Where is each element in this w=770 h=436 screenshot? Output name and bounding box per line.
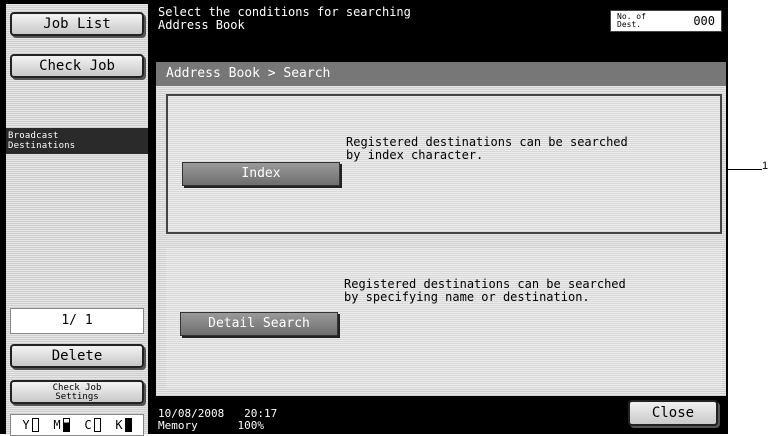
destination-count: No. of Dest. 000	[610, 10, 722, 32]
callout-line	[728, 169, 762, 170]
toner-k: K	[115, 418, 132, 432]
toner-m-level	[62, 418, 70, 432]
toner-m: M	[53, 418, 70, 432]
check-job-button[interactable]: Check Job	[10, 54, 144, 78]
instruction-text: Select the conditions for searching Addr…	[158, 5, 411, 32]
status-memory-value: 100%	[237, 419, 265, 432]
destination-count-value: 000	[693, 14, 715, 28]
search-panel: Address Book > Search Index Registered d…	[156, 62, 726, 396]
toner-m-label: M	[53, 418, 61, 432]
index-button[interactable]: Index	[182, 162, 340, 186]
job-list-button[interactable]: Job List	[10, 12, 144, 36]
detail-search-description: Registered destinations can be searched …	[344, 277, 626, 304]
status-bar: 10/08/2008 20:17 Memory 100%	[158, 408, 277, 432]
page-indicator: 1/ 1	[10, 308, 144, 334]
broadcast-destinations-label: Broadcast Destinations	[6, 128, 148, 154]
destination-count-label: No. of Dest.	[617, 12, 646, 29]
toner-c-level	[93, 418, 101, 432]
toner-k-level	[124, 418, 132, 432]
toner-y: Y	[22, 418, 39, 432]
toner-y-label: Y	[22, 418, 30, 432]
toner-c: C	[84, 418, 101, 432]
index-option: Index Registered destinations can be sea…	[166, 94, 722, 234]
detail-search-option: Detail Search Registered destinations ca…	[166, 248, 722, 388]
check-job-settings-button[interactable]: Check Job Settings	[10, 380, 144, 404]
toner-k-label: K	[115, 418, 123, 432]
device-screen: Job List Check Job Broadcast Destination…	[0, 0, 728, 436]
delete-button[interactable]: Delete	[10, 344, 144, 368]
toner-y-level	[31, 418, 39, 432]
detail-search-button[interactable]: Detail Search	[180, 312, 338, 336]
toner-indicator: Y M C K	[10, 414, 144, 436]
breadcrumb: Address Book > Search	[156, 62, 726, 86]
callout-number: 1	[762, 160, 769, 172]
status-memory-label: Memory	[158, 419, 198, 432]
left-panel: Job List Check Job Broadcast Destination…	[6, 4, 148, 436]
index-description: Registered destinations can be searched …	[346, 135, 628, 162]
toner-c-label: C	[84, 418, 92, 432]
close-button[interactable]: Close	[628, 400, 718, 426]
